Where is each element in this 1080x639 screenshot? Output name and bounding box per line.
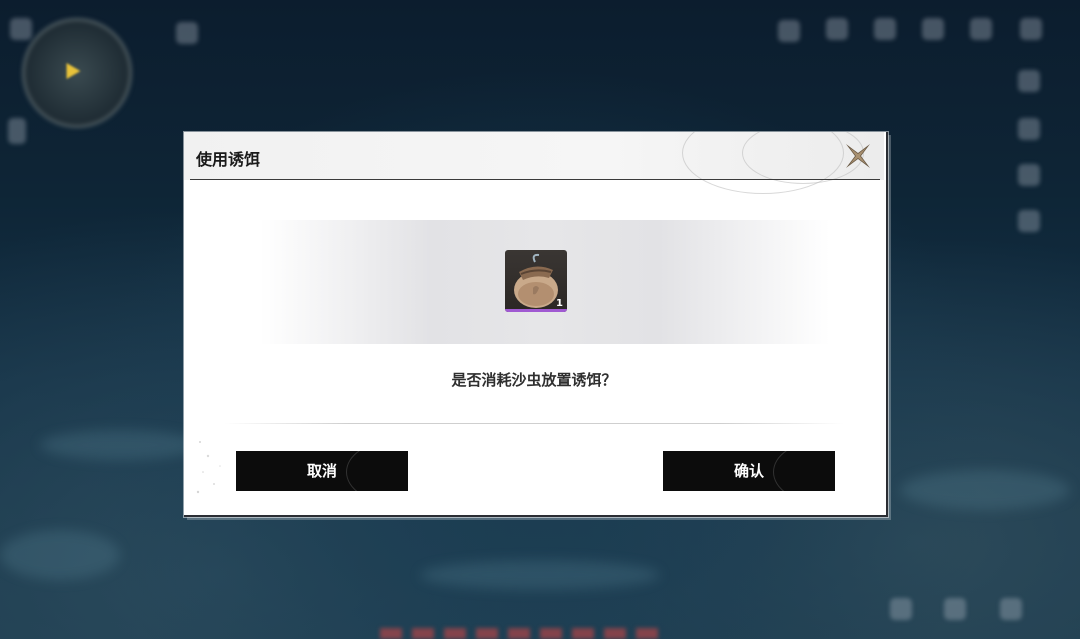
close-button[interactable] — [842, 140, 874, 172]
hud-button-icon[interactable] — [922, 18, 944, 40]
hud-button-icon[interactable] — [1018, 164, 1040, 186]
hud-button-icon[interactable] — [1018, 70, 1040, 92]
confirm-question: 是否消耗沙虫放置诱饵？ — [451, 371, 617, 389]
item-rarity-bar — [505, 309, 567, 312]
hud-button-icon[interactable] — [176, 22, 198, 44]
game-scene: 使用诱饵 1 是否消耗沙虫放置诱饵？ 取消 确认 — [0, 0, 1080, 639]
hud-button-icon[interactable] — [1018, 210, 1040, 232]
hud-button-icon[interactable] — [826, 18, 848, 40]
hud-button-icon[interactable] — [778, 20, 800, 42]
close-icon — [846, 144, 870, 168]
water-highlight — [900, 470, 1070, 510]
hud-button-icon[interactable] — [1000, 598, 1022, 620]
hud-button-icon[interactable] — [970, 18, 992, 40]
cancel-button[interactable]: 取消 — [236, 451, 408, 491]
dialog-title: 使用诱饵 — [196, 150, 261, 169]
hud-button-icon[interactable] — [874, 18, 896, 40]
content-divider — [224, 423, 844, 424]
use-bait-dialog: 使用诱饵 1 是否消耗沙虫放置诱饵？ 取消 确认 — [184, 132, 888, 517]
dialog-header: 使用诱饵 — [184, 132, 884, 194]
hud-button-icon[interactable] — [944, 598, 966, 620]
water-highlight — [0, 530, 120, 580]
bait-item-slot[interactable]: 1 — [505, 250, 567, 312]
hud-button-icon[interactable] — [8, 118, 26, 144]
header-divider — [190, 179, 880, 180]
hud-button-icon[interactable] — [1020, 18, 1042, 40]
hotbar-strip — [380, 628, 660, 639]
water-highlight — [420, 560, 660, 590]
confirm-button[interactable]: 确认 — [663, 451, 835, 491]
water-highlight — [40, 430, 200, 460]
hud-button-icon[interactable] — [890, 598, 912, 620]
hud-button-icon[interactable] — [10, 18, 32, 40]
item-count: 1 — [556, 298, 563, 309]
hud-button-icon[interactable] — [1018, 118, 1040, 140]
